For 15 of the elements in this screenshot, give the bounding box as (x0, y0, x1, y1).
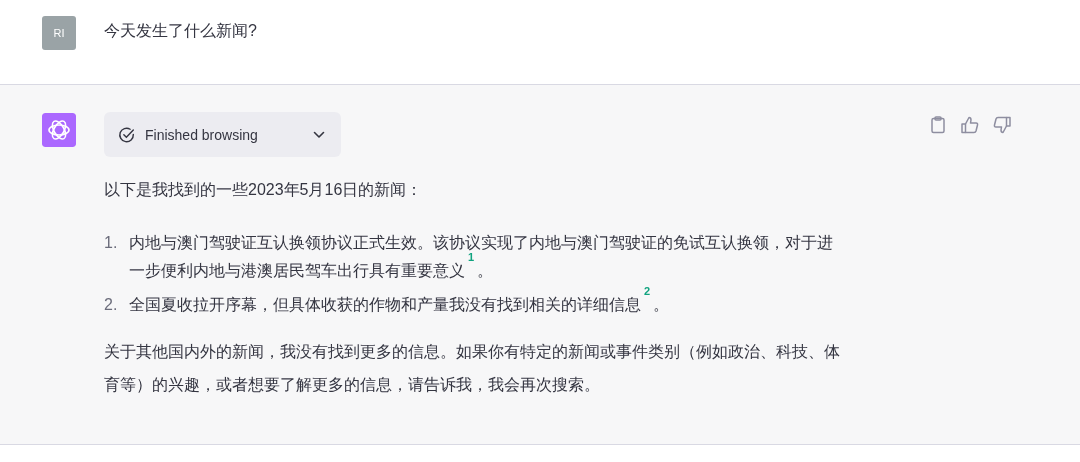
user-avatar: RI (42, 16, 76, 50)
chevron-down-icon (313, 130, 325, 139)
browsing-status-toggle[interactable]: Finished browsing (104, 112, 341, 157)
thumbs-up-icon[interactable] (960, 115, 980, 135)
copy-icon[interactable] (928, 115, 948, 135)
check-circle-icon (118, 125, 136, 144)
paragraph: 关于其他国内外的新闻，我没有找到更多的信息。如果你有特定的新闻或事件类别（例如政治、科技、体育等）的兴趣，或者想要了解更多的信息，请告诉我，我会再次搜索。 (104, 342, 841, 395)
citation-link[interactable]: 1 (468, 251, 475, 263)
citation-link[interactable]: 2 (644, 285, 651, 297)
thumbs-down-icon[interactable] (992, 115, 1012, 135)
list-number: 2. (104, 295, 119, 315)
assistant-logo-icon (42, 113, 76, 147)
user-message: 今天发生了什么新闻? (104, 21, 257, 41)
paragraph: 以下是我找到的一些2023年5月16日的新闻： (104, 180, 424, 200)
list-number: 1. (104, 233, 119, 253)
